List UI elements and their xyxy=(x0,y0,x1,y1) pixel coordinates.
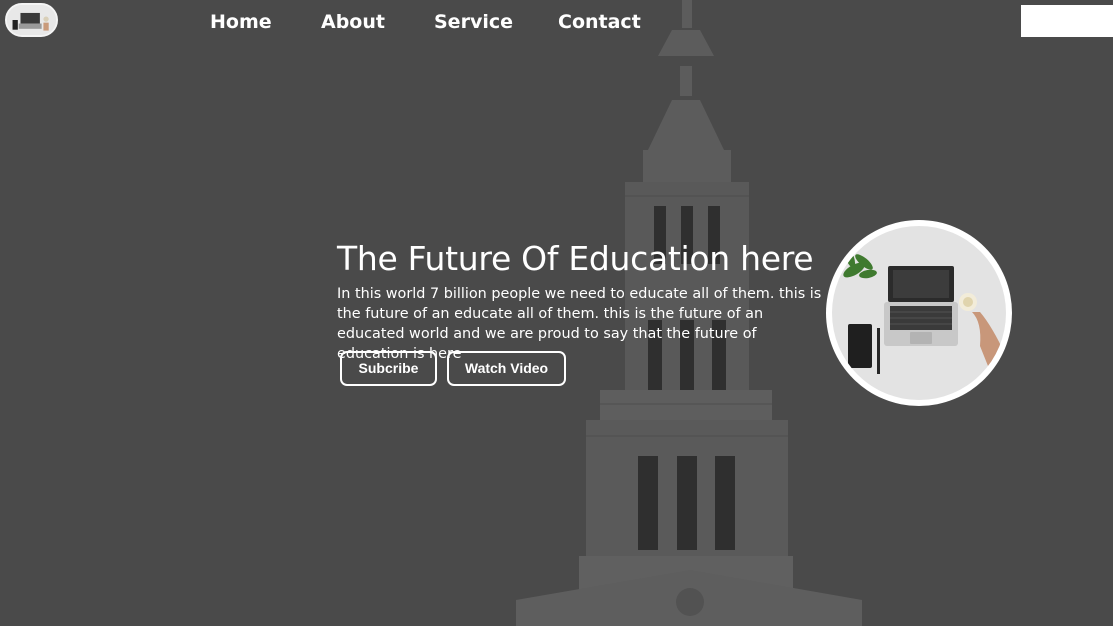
main-nav: Home About Service Contact xyxy=(0,0,1113,44)
search-input[interactable] xyxy=(1021,5,1113,37)
nav-service-link[interactable]: Service xyxy=(434,10,513,34)
nav-contact-link[interactable]: Contact xyxy=(558,10,641,34)
laptop-desk-photo xyxy=(832,226,1006,400)
nav-about-link[interactable]: About xyxy=(321,10,385,34)
watch-video-button[interactable]: Watch Video xyxy=(447,351,566,386)
subscribe-button[interactable]: Subcribe xyxy=(340,351,437,386)
hero-title: The Future Of Education here xyxy=(337,239,814,278)
nav-home-link[interactable]: Home xyxy=(210,10,272,34)
hero-image xyxy=(826,220,1012,406)
